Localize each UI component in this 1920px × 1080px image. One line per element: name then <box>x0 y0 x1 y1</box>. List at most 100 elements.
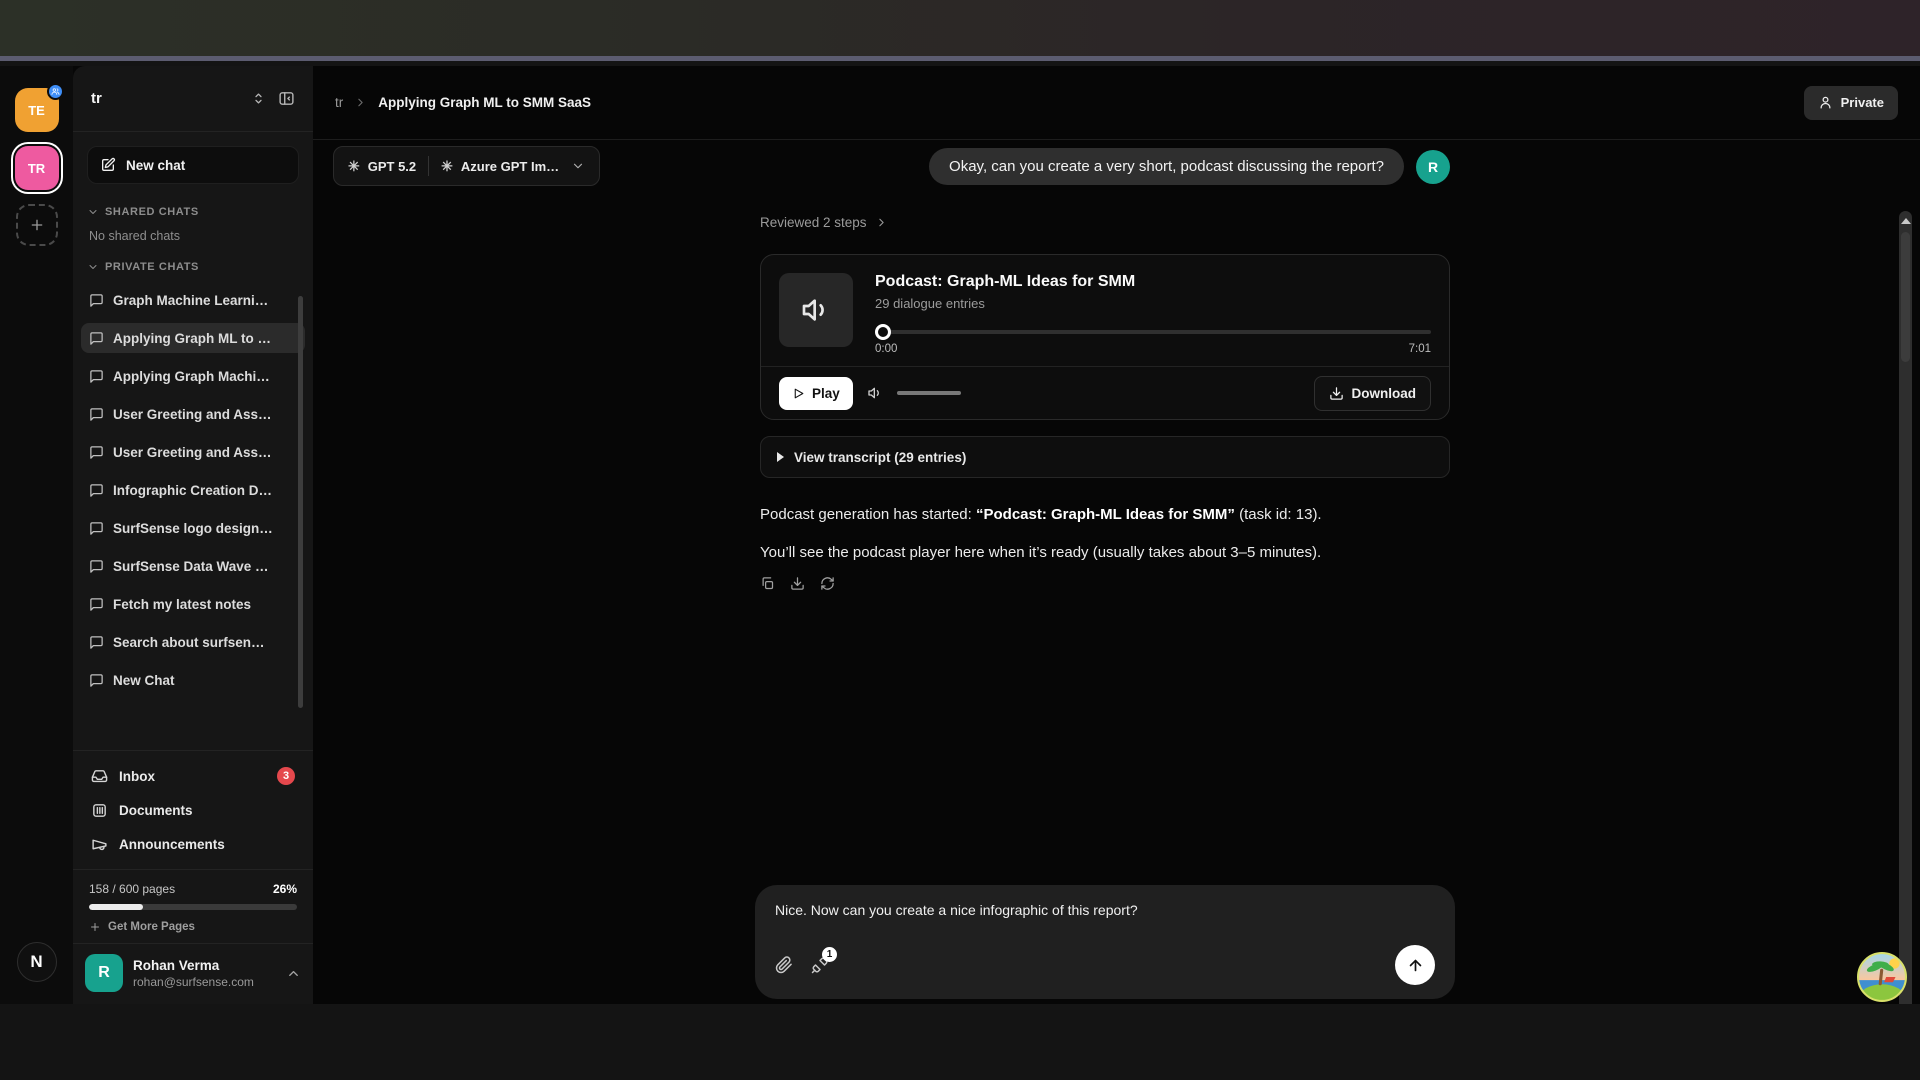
chat-list-item[interactable]: User Greeting and Ass… <box>81 437 305 467</box>
pages-percent: 26% <box>273 882 297 896</box>
shared-chats-header[interactable]: SHARED CHATS <box>87 206 299 218</box>
workspace-switcher-icon[interactable] <box>251 91 266 106</box>
chat-list-item[interactable]: Graph Machine Learni… <box>81 285 305 315</box>
chat-list-item[interactable]: Fetch my latest notes <box>81 589 305 619</box>
breadcrumb-current: Applying Graph ML to SMM SaaS <box>378 95 591 110</box>
chat-list-item[interactable]: User Greeting and Ass… <box>81 399 305 429</box>
chat-thread: Okay, can you create a very short, podca… <box>760 140 1450 1004</box>
connector-icon[interactable]: 1 <box>811 956 829 974</box>
view-transcript-toggle[interactable]: View transcript (29 entries) <box>760 436 1450 478</box>
inbox-icon <box>91 768 108 785</box>
chevron-down-icon <box>87 261 99 273</box>
avatar: R <box>85 954 123 992</box>
assistant-status-message: You’ll see the podcast player here when … <box>760 542 1450 563</box>
new-chat-button[interactable]: New chat <box>87 146 299 184</box>
profile-name: Rohan Verma <box>133 958 254 973</box>
message-icon <box>89 559 104 574</box>
connector-count-badge: 1 <box>822 947 837 962</box>
model-primary[interactable]: ✳ GPT 5.2 <box>348 159 416 174</box>
get-more-pages-button[interactable]: Get More Pages <box>89 921 297 933</box>
scroll-up-arrow[interactable] <box>1901 218 1911 224</box>
workspace-name[interactable]: tr <box>91 90 239 107</box>
reviewed-steps-toggle[interactable]: Reviewed 2 steps <box>760 215 1450 230</box>
plus-icon <box>89 921 101 933</box>
model-secondary[interactable]: ✳ Azure GPT Im… <box>441 159 559 174</box>
chat-list-item[interactable]: Applying Graph Machi… <box>81 361 305 391</box>
current-time: 0:00 <box>875 343 897 355</box>
private-button[interactable]: Private <box>1804 86 1898 120</box>
palm-island-badge[interactable] <box>1857 952 1907 1002</box>
breadcrumb-root[interactable]: tr <box>335 95 343 110</box>
message-icon <box>89 597 104 612</box>
attach-file-icon[interactable] <box>775 956 793 974</box>
profile-email: rohan@surfsense.com <box>133 975 254 989</box>
chevron-right-icon <box>354 96 367 109</box>
openai-icon: ✳ <box>348 159 360 173</box>
download-icon[interactable] <box>790 576 805 591</box>
regenerate-icon[interactable] <box>820 576 835 591</box>
seek-slider[interactable] <box>875 324 1431 340</box>
chevron-up-icon <box>286 966 301 981</box>
workspace-avatar-label: TE <box>28 103 45 118</box>
arrow-up-icon <box>1407 957 1424 974</box>
plus-icon <box>29 217 45 233</box>
model-selector[interactable]: ✳ GPT 5.2 ✳ Azure GPT Im… <box>333 146 600 186</box>
page-scrollbar[interactable] <box>1899 211 1912 1004</box>
user-profile[interactable]: R Rohan Verma rohan@surfsense.com <box>73 943 313 1004</box>
chat-list-item-active[interactable]: Applying Graph ML to … <box>81 323 305 353</box>
composer-input[interactable]: Nice. Now can you create a nice infograp… <box>775 902 1435 918</box>
message-icon <box>89 331 104 346</box>
chat-list: Graph Machine Learni… Applying Graph ML … <box>81 285 305 695</box>
nextjs-logo: N <box>17 942 57 982</box>
private-chats-header[interactable]: PRIVATE CHATS <box>87 261 299 273</box>
message-icon <box>89 521 104 536</box>
person-icon <box>1818 95 1833 110</box>
openai-icon: ✳ <box>441 159 453 173</box>
documents-icon <box>91 802 108 819</box>
chat-list-item[interactable]: Infographic Creation D… <box>81 475 305 505</box>
workspace-avatar-te[interactable]: TE <box>15 88 59 132</box>
seek-track <box>875 330 1431 334</box>
message-icon <box>89 445 104 460</box>
workspace-rail: TE TR N <box>0 66 73 1004</box>
download-icon <box>1329 386 1344 401</box>
seek-thumb[interactable] <box>875 324 891 340</box>
play-button[interactable]: Play <box>779 377 853 410</box>
chat-list-item[interactable]: New Chat <box>81 665 305 695</box>
chevron-down-icon <box>571 159 585 173</box>
chat-list-item[interactable]: SurfSense logo design… <box>81 513 305 543</box>
scrollbar-thumb[interactable] <box>1901 232 1910 362</box>
download-button[interactable]: Download <box>1314 376 1432 411</box>
inbox-count-badge: 3 <box>277 767 295 785</box>
sidebar-item-inbox[interactable]: Inbox 3 <box>87 759 299 793</box>
pages-count: 158 / 600 pages <box>89 882 175 896</box>
chat-content: ✳ GPT 5.2 ✳ Azure GPT Im… Okay, can you … <box>313 140 1920 1004</box>
send-button[interactable] <box>1395 945 1435 985</box>
copy-icon[interactable] <box>760 576 775 591</box>
podcast-subtitle: 29 dialogue entries <box>875 296 1431 311</box>
chat-list-item[interactable]: Search about surfsen… <box>81 627 305 657</box>
sidebar-item-documents[interactable]: Documents <box>87 793 299 827</box>
sidebar-header: tr <box>73 66 313 132</box>
podcast-title: Podcast: Graph-ML Ideas for SMM <box>875 273 1431 291</box>
usage-progress-bar <box>89 904 297 910</box>
add-workspace-button[interactable] <box>16 204 58 246</box>
message-actions <box>760 576 1450 591</box>
avatar: R <box>1416 150 1450 184</box>
total-time: 7:01 <box>1409 343 1431 355</box>
message-icon <box>89 407 104 422</box>
message-composer[interactable]: Nice. Now can you create a nice infograp… <box>755 885 1455 999</box>
sidebar-item-announcements[interactable]: Announcements <box>87 827 299 861</box>
volume-icon[interactable] <box>867 385 883 401</box>
main-area: tr Applying Graph ML to SMM SaaS Private… <box>313 66 1920 1004</box>
workspace-avatar-tr[interactable]: TR <box>15 146 59 190</box>
volume-slider[interactable] <box>897 391 961 395</box>
chat-list-item[interactable]: SurfSense Data Wave … <box>81 551 305 581</box>
app-window: TE TR N tr New chat <box>0 66 1920 1004</box>
user-message-row: Okay, can you create a very short, podca… <box>760 148 1450 185</box>
megaphone-icon <box>91 836 108 853</box>
sidebar-scrollbar[interactable] <box>298 296 303 708</box>
assistant-status-message: Podcast generation has started: “Podcast… <box>760 504 1450 525</box>
sidebar: tr New chat SHARED CHATS No shared chats… <box>73 66 313 1004</box>
collapse-sidebar-icon[interactable] <box>278 90 295 107</box>
